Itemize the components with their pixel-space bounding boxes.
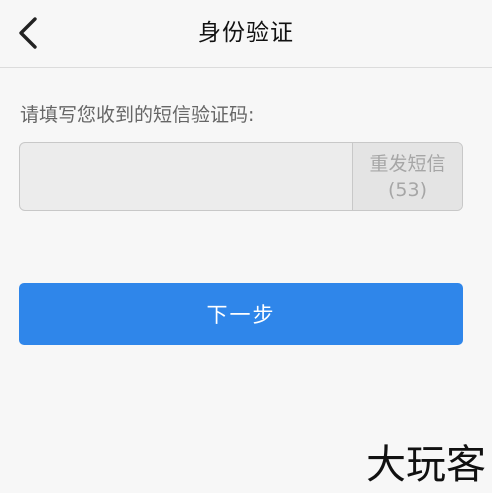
resend-sms-label: 重发短信 <box>369 153 446 175</box>
sms-code-input[interactable] <box>20 143 352 210</box>
code-prompt-label: 请填写您收到的短信验证码: <box>20 104 255 126</box>
resend-sms-button[interactable]: 重发短信 (53) <box>352 143 462 210</box>
page-title: 身份验证 <box>198 20 294 46</box>
sms-code-row: 重发短信 (53) <box>19 142 463 211</box>
watermark-logo: 大玩客 <box>366 442 486 488</box>
header-bar: 身份验证 <box>0 0 492 68</box>
next-step-button[interactable]: 下一步 <box>19 283 463 345</box>
resend-countdown: (53) <box>387 179 427 201</box>
